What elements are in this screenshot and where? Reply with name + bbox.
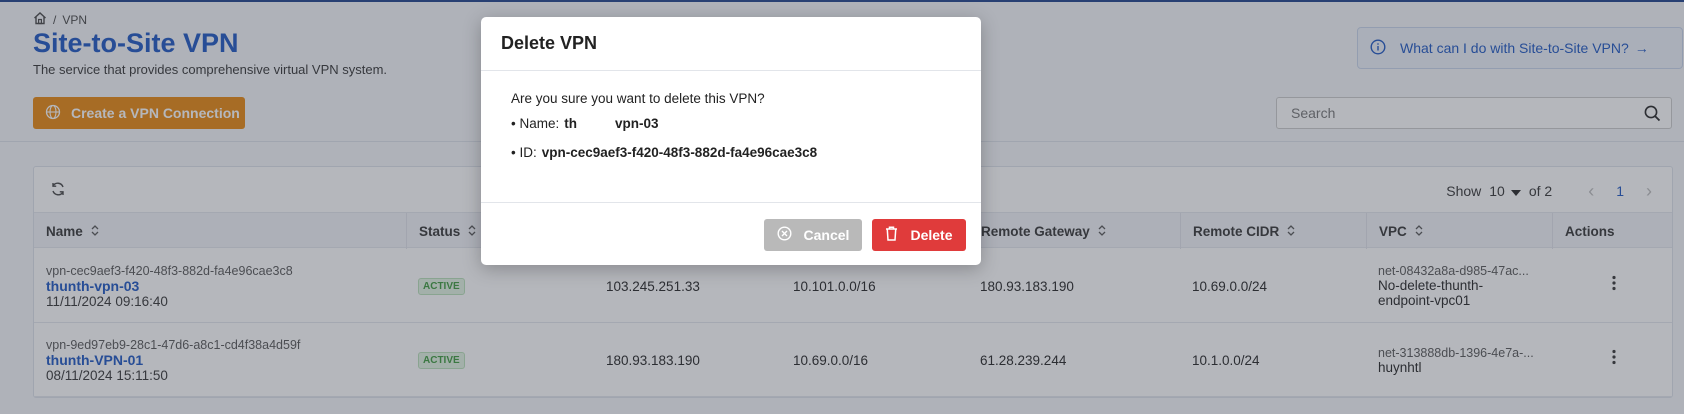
dialog-title: Delete VPN <box>481 17 981 71</box>
name-label: • Name: <box>511 116 560 131</box>
cancel-circle-icon <box>777 226 792 244</box>
confirm-question: Are you sure you want to delete this VPN… <box>511 91 765 106</box>
delete-label: Delete <box>910 227 953 243</box>
name-value-end: vpn-03 <box>615 116 659 131</box>
name-value-start: th <box>564 116 577 131</box>
cancel-label: Cancel <box>803 227 850 243</box>
delete-vpn-dialog: Delete VPN Are you sure you want to dele… <box>481 17 981 265</box>
dialog-body: Are you sure you want to delete this VPN… <box>481 71 981 203</box>
delete-button[interactable]: Delete <box>872 219 966 251</box>
trash-icon <box>885 226 898 244</box>
id-label: • ID: <box>511 145 537 160</box>
cancel-button[interactable]: Cancel <box>764 219 862 251</box>
vpn-id-line: • ID: vpn-cec9aef3-f420-48f3-882d-fa4e96… <box>511 145 951 160</box>
id-value: vpn-cec9aef3-f420-48f3-882d-fa4e96cae3c8 <box>541 145 818 160</box>
vpn-name-line: • Name: th vpn-03 <box>511 116 951 131</box>
dialog-footer: Cancel Delete <box>481 203 981 263</box>
